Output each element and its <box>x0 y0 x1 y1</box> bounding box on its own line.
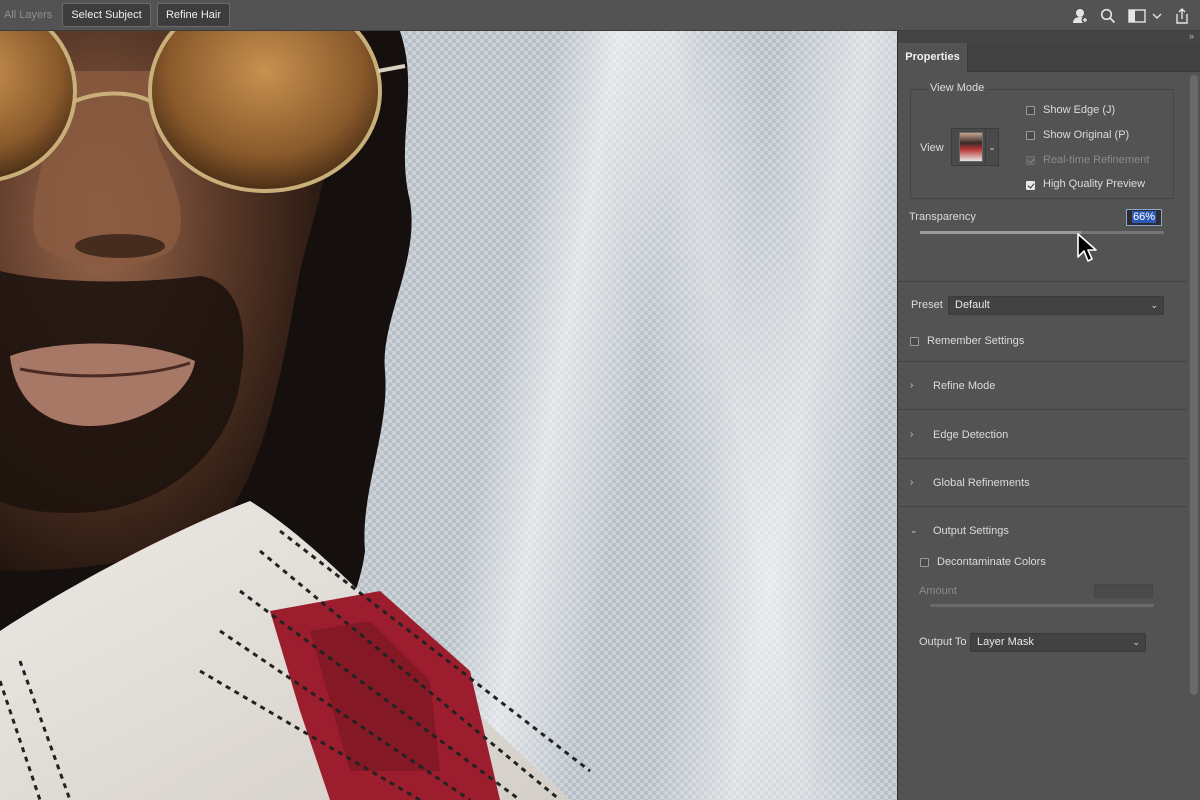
tab-properties[interactable]: Properties <box>898 43 968 72</box>
section-global-refinements[interactable]: › Global Refinements <box>898 460 1187 506</box>
layers-label: All Layers <box>4 9 53 21</box>
select-subject-button[interactable]: Select Subject <box>62 3 151 27</box>
preset-select[interactable]: Default ⌄ <box>948 296 1164 315</box>
high-quality-preview-checkbox[interactable] <box>1026 181 1035 190</box>
high-quality-preview-label: High Quality Preview <box>1043 178 1146 190</box>
divider <box>898 281 1187 282</box>
transparency-label: Transparency <box>909 211 976 223</box>
realtime-refinement-label: Real-time Refinement <box>1043 154 1150 166</box>
image-canvas[interactable] <box>0 31 897 800</box>
panel-layout-icon[interactable] <box>1127 6 1147 26</box>
transparency-slider-fill <box>920 231 1082 234</box>
output-to-label: Output To <box>919 636 967 648</box>
collapse-panels-icon[interactable]: » <box>1189 31 1194 42</box>
preset-label: Preset <box>911 299 943 311</box>
subject-photo <box>0 31 591 800</box>
chevron-down-icon: ⌄ <box>1132 637 1140 647</box>
chevron-down-icon[interactable] <box>1150 6 1164 26</box>
remember-settings-checkbox[interactable] <box>910 337 919 346</box>
divider <box>898 361 1187 362</box>
chevron-right-icon: › <box>910 380 914 391</box>
share-icon[interactable] <box>1172 6 1192 26</box>
view-mode-legend: View Mode <box>928 82 987 94</box>
panel-dock-strip: » <box>897 31 1200 43</box>
chevron-right-icon: › <box>910 429 914 440</box>
panel-tabbar: Properties <box>898 43 1200 72</box>
chevron-down-icon: ⌄ <box>910 525 918 535</box>
amount-label: Amount <box>919 585 957 597</box>
chevron-down-icon: ⌄ <box>1150 300 1158 310</box>
show-original-label: Show Original (P) <box>1043 129 1130 141</box>
view-thumbnail <box>959 132 983 162</box>
divider <box>898 458 1187 459</box>
properties-panel: Properties View Mode View ⌄ Show Edge (J… <box>897 43 1200 800</box>
user-add-icon[interactable] <box>1070 6 1090 26</box>
output-to-select[interactable]: Layer Mask ⌄ <box>970 633 1146 652</box>
show-edge-label: Show Edge (J) <box>1043 104 1116 116</box>
chevron-right-icon: › <box>910 477 914 488</box>
show-original-checkbox[interactable] <box>1026 131 1035 140</box>
section-output-settings[interactable]: ⌄ Output Settings <box>898 508 1187 554</box>
remember-settings-label: Remember Settings <box>927 335 1025 347</box>
realtime-refinement-checkbox <box>1026 156 1035 165</box>
options-bar: All Layers Select Subject Refine Hair <box>0 0 1200 31</box>
section-edge-detection[interactable]: › Edge Detection <box>898 411 1187 457</box>
amount-input <box>1094 584 1153 598</box>
view-label: View <box>920 142 944 154</box>
view-mode-picker[interactable]: ⌄ <box>951 128 999 166</box>
divider <box>898 409 1187 410</box>
transparency-input[interactable]: 66% <box>1126 209 1162 226</box>
amount-slider <box>930 604 1154 607</box>
decontaminate-colors-label: Decontaminate Colors <box>937 556 1046 568</box>
transparency-slider[interactable] <box>920 231 1164 234</box>
refine-hair-button[interactable]: Refine Hair <box>157 3 230 27</box>
search-icon[interactable] <box>1098 6 1118 26</box>
show-edge-checkbox[interactable] <box>1026 106 1035 115</box>
section-refine-mode[interactable]: › Refine Mode <box>898 363 1187 409</box>
divider <box>898 506 1187 507</box>
decontaminate-colors-checkbox[interactable] <box>920 558 929 567</box>
panel-scrollbar[interactable] <box>1190 75 1198 695</box>
chevron-down-icon[interactable]: ⌄ <box>985 129 998 165</box>
